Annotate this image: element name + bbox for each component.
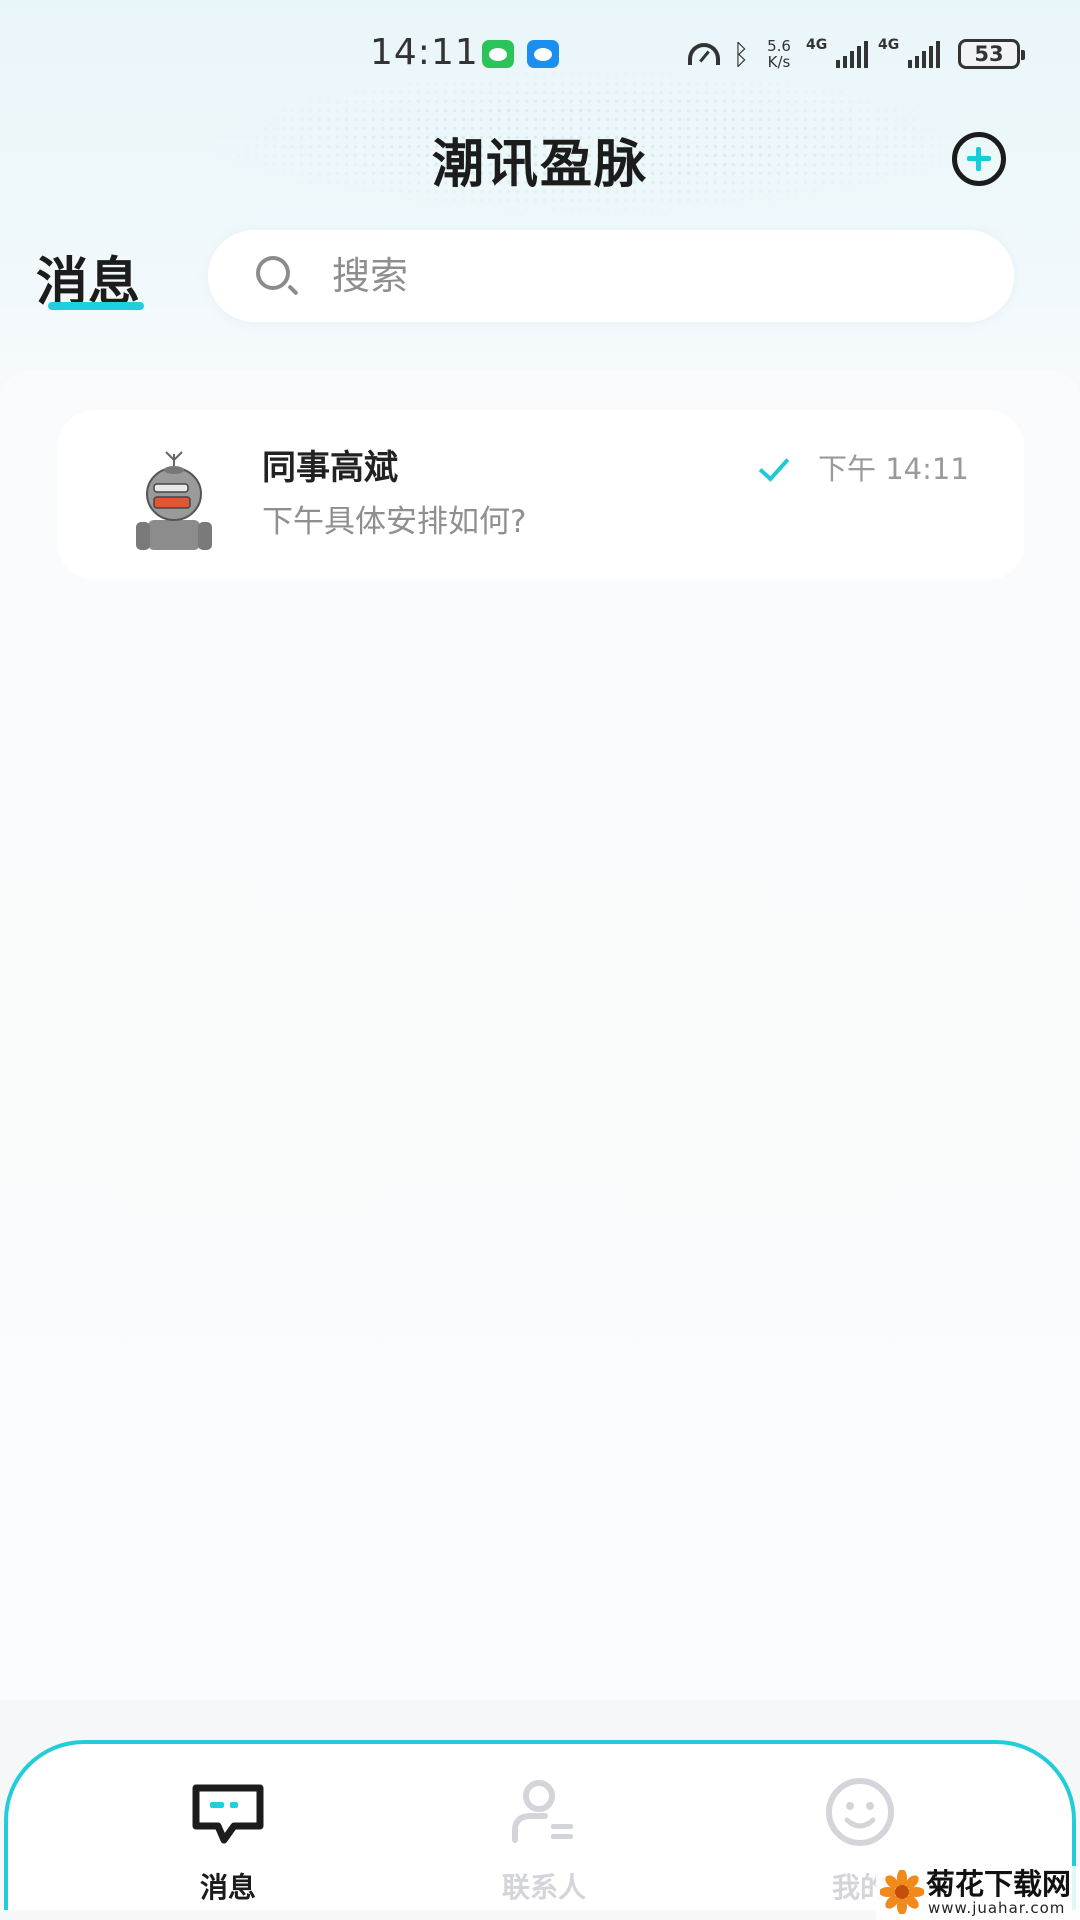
wechat-icon <box>482 40 514 68</box>
search-placeholder: 搜索 <box>332 254 409 298</box>
watermark-url: www.juahar.com <box>928 1899 1066 1917</box>
tab-label: 联系人 <box>501 1871 586 1904</box>
battery-indicator: 53 <box>958 39 1025 69</box>
read-check-icon <box>758 450 790 482</box>
bluetooth-icon: ᛒ <box>732 37 750 71</box>
plus-circle-icon[interactable] <box>952 132 1006 186</box>
app-title: 潮讯盈脉 <box>431 135 648 195</box>
status-indicators: ᛒ 5.6 K/s 4G 4G 53 <box>688 34 1025 74</box>
signal-label: 4G <box>878 37 900 53</box>
conversation-name: 同事高斌 <box>262 448 398 488</box>
tab-messages[interactable]: 消息 <box>128 1774 328 1904</box>
tab-label: 消息 <box>199 1871 256 1904</box>
search-input[interactable]: 搜索 <box>208 230 1014 322</box>
message-icon <box>527 40 559 68</box>
tab-contacts[interactable]: 联系人 <box>444 1774 644 1904</box>
network-speed-value: 5.6 <box>767 37 791 55</box>
search-icon <box>256 256 290 290</box>
watermark: 菊花下载网 www.juahar.com <box>876 1866 1080 1920</box>
signal-label: 4G <box>806 37 828 53</box>
conversation-preview: 下午具体安排如何? <box>262 504 527 540</box>
network-speed: 5.6 K/s <box>762 38 796 70</box>
avatar <box>136 451 212 550</box>
conversation-item[interactable]: 同事高斌 下午具体安排如何? 下午 14:11 <box>58 410 1024 580</box>
chat-bubble-icon <box>192 1784 264 1844</box>
contacts-icon <box>512 1780 573 1843</box>
speedometer-icon <box>688 43 720 65</box>
signal-icon: 4G <box>806 37 868 68</box>
status-bar: 14:11 ᛒ 5.6 K/s 4G 4G 53 <box>0 0 1080 110</box>
watermark-title: 菊花下载网 <box>926 1867 1072 1901</box>
flower-logo-icon <box>880 1870 924 1914</box>
smiley-icon <box>826 1778 894 1846</box>
status-time: 14:11 <box>370 32 479 73</box>
title-underline <box>48 302 144 310</box>
conversation-time: 下午 14:11 <box>818 452 969 486</box>
network-speed-unit: K/s <box>767 53 791 71</box>
signal-icon: 4G <box>878 37 940 68</box>
